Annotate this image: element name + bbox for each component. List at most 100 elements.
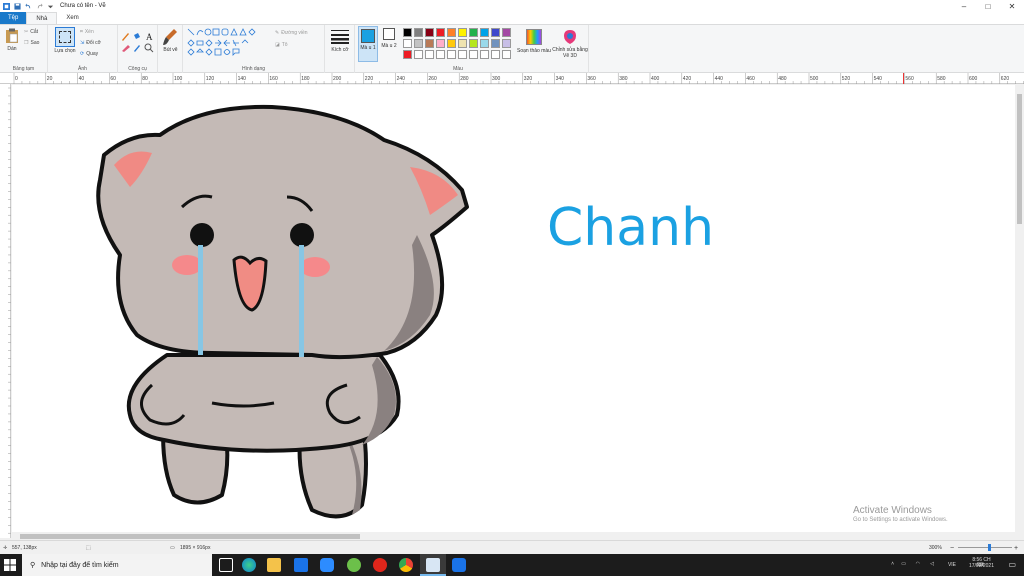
- resize-button[interactable]: ⇲ Đổi cỡ: [80, 40, 101, 46]
- undo-icon[interactable]: [25, 2, 32, 10]
- canvas-size-icon: ▭: [170, 545, 175, 551]
- notifications-icon[interactable]: ▭: [1008, 560, 1016, 569]
- palette-swatch[interactable]: [436, 50, 445, 59]
- palette-swatch[interactable]: [502, 50, 511, 59]
- start-button[interactable]: [4, 559, 16, 571]
- color1-button[interactable]: Mà u 1: [358, 26, 378, 62]
- tab-file[interactable]: Tệp: [0, 12, 27, 24]
- ruler-label: 160: [269, 76, 278, 82]
- group-active-colors: Mà u 1 Mà u 2: [355, 25, 399, 73]
- fill-button[interactable]: ◪ Tô: [275, 42, 288, 48]
- palette-swatch[interactable]: [414, 28, 423, 37]
- chrome-icon[interactable]: [399, 558, 413, 572]
- network-icon[interactable]: ◠: [916, 561, 920, 567]
- window-title: Chưa có tên - Vẽ: [60, 3, 106, 9]
- color2-button[interactable]: Mà u 2: [380, 28, 398, 49]
- select-button[interactable]: Lựa chọn: [54, 27, 76, 54]
- zoom-app-icon[interactable]: [320, 558, 334, 572]
- customize-qat-icon[interactable]: [47, 3, 54, 10]
- palette-swatch[interactable]: [502, 39, 511, 48]
- group-size[interactable]: Kích cỡ: [325, 25, 355, 73]
- palette-swatch[interactable]: [425, 50, 434, 59]
- group-brushes[interactable]: Bút vẽ: [158, 25, 183, 73]
- outline-button[interactable]: ✎ Đường viền: [275, 30, 308, 36]
- vertical-scrollbar-thumb[interactable]: [1017, 94, 1022, 224]
- horizontal-scrollbar[interactable]: [12, 532, 1015, 540]
- palette-swatch[interactable]: [469, 50, 478, 59]
- drawing: Chanh: [96, 104, 714, 519]
- palette-swatch[interactable]: [469, 39, 478, 48]
- clock[interactable]: 8:56 CH 17/02/2021: [969, 557, 994, 569]
- palette-swatch[interactable]: [425, 28, 434, 37]
- taskbar-search[interactable]: ⚲ Nhập tại đây để tìm kiếm: [22, 554, 212, 576]
- select-label: Lựa chọn: [54, 48, 76, 54]
- palette-swatch[interactable]: [491, 28, 500, 37]
- tab-home[interactable]: Nhà: [26, 12, 58, 24]
- palette-swatch[interactable]: [491, 39, 500, 48]
- shapes-gallery[interactable]: [187, 28, 269, 58]
- crop-button[interactable]: ⌗ Xén: [80, 29, 94, 35]
- horizontal-scrollbar-thumb[interactable]: [20, 534, 360, 539]
- ruler-label: 480: [778, 76, 787, 82]
- ruler-label: 380: [619, 76, 628, 82]
- cut-button[interactable]: ✂ Cắt: [24, 29, 38, 35]
- maximize-button[interactable]: □: [976, 0, 1000, 12]
- cursor-position-icon: ✛: [3, 545, 8, 551]
- palette-swatch[interactable]: [447, 28, 456, 37]
- cursor-position: 557, 138px: [12, 545, 37, 551]
- palette-swatch[interactable]: [436, 39, 445, 48]
- vertical-scrollbar[interactable]: [1015, 84, 1024, 540]
- copy-button[interactable]: ❐ Sao: [24, 40, 39, 46]
- mail-icon[interactable]: [294, 558, 308, 572]
- input-language[interactable]: VIE: [948, 562, 956, 568]
- palette-swatch[interactable]: [480, 39, 489, 48]
- task-view-icon[interactable]: [219, 558, 233, 572]
- palette-swatch[interactable]: [425, 39, 434, 48]
- palette-swatch[interactable]: [469, 28, 478, 37]
- paste-button[interactable]: Dán: [3, 28, 21, 52]
- palette-swatch[interactable]: [491, 50, 500, 59]
- ruler-label: 300: [492, 76, 501, 82]
- tab-view[interactable]: Xem: [57, 12, 87, 24]
- palette-swatch[interactable]: [480, 50, 489, 59]
- palette-swatch[interactable]: [502, 28, 511, 37]
- opera-icon[interactable]: [373, 558, 387, 572]
- palette-swatch[interactable]: [458, 28, 467, 37]
- palette-swatch[interactable]: [458, 39, 467, 48]
- palette-swatch[interactable]: [458, 50, 467, 59]
- paint-taskbar-button[interactable]: [420, 554, 446, 576]
- palette-swatch[interactable]: [447, 39, 456, 48]
- volume-icon[interactable]: ◁: [930, 561, 934, 567]
- ruler-label: 140: [238, 76, 247, 82]
- palette-swatch[interactable]: [414, 39, 423, 48]
- palette-swatch[interactable]: [480, 28, 489, 37]
- notification-area-chevron-icon[interactable]: ˄: [891, 561, 894, 567]
- clock-date: 17/02/2021: [968, 563, 994, 569]
- ruler-label: 80: [142, 76, 148, 82]
- battery-icon[interactable]: ▭: [901, 561, 906, 567]
- zalo-icon[interactable]: [452, 558, 466, 572]
- palette-swatch[interactable]: [414, 50, 423, 59]
- ribbon-tabs: Tệp Nhà Xem: [0, 12, 1024, 24]
- app-icon[interactable]: [347, 558, 361, 572]
- drawing-canvas[interactable]: Chanh: [12, 85, 1015, 533]
- palette-swatch[interactable]: [403, 39, 412, 48]
- file-explorer-icon[interactable]: [267, 558, 281, 572]
- redo-icon[interactable]: [36, 2, 43, 10]
- palette-swatch[interactable]: [403, 50, 412, 59]
- zoom-slider[interactable]: − +: [950, 543, 1020, 554]
- edit-colors-button[interactable]: Soạn thảo màu: [517, 25, 551, 73]
- palette-swatch[interactable]: [403, 28, 412, 37]
- palette-swatch[interactable]: [447, 50, 456, 59]
- palette-swatch[interactable]: [436, 28, 445, 37]
- colors-group-label: Màu: [453, 66, 463, 72]
- fill-icon: ◪: [275, 42, 280, 48]
- edge-icon[interactable]: [242, 558, 256, 572]
- rotate-button[interactable]: ⟳ Quay: [80, 51, 98, 57]
- group-clipboard: Dán ✂ Cắt ❐ Sao Bảng tạm: [0, 25, 48, 73]
- paint3d-button[interactable]: Chỉnh sửa bằng Vẽ 3D: [551, 25, 589, 73]
- save-icon[interactable]: [14, 2, 21, 10]
- quick-access-toolbar: [0, 0, 54, 12]
- close-button[interactable]: ✕: [1000, 0, 1024, 12]
- minimize-button[interactable]: –: [952, 0, 976, 12]
